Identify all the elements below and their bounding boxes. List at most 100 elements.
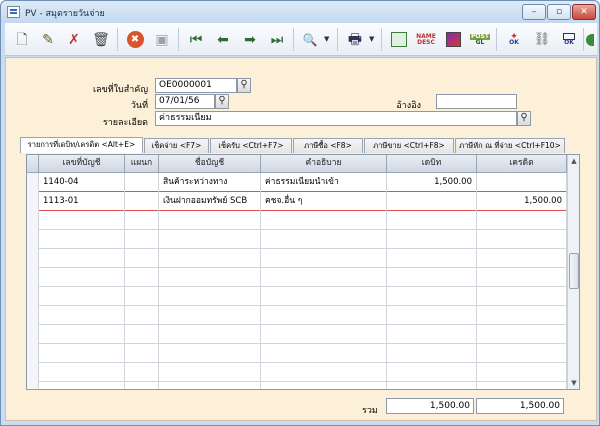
empty-cell[interactable]	[159, 230, 261, 249]
empty-table-row[interactable]	[27, 344, 567, 363]
stop-icon[interactable]: ✖	[124, 29, 146, 50]
detail-field[interactable]: ค่าธรรมเนียม	[155, 111, 517, 126]
empty-cell[interactable]	[387, 249, 477, 268]
approve-ok-icon[interactable]: ✦ OK	[503, 29, 525, 50]
cell-account-name[interactable]: สินค้าระหว่างทาง	[159, 173, 261, 192]
row-selector[interactable]	[27, 363, 39, 382]
maximize-button[interactable]: ▫	[547, 4, 571, 20]
column-header-account-no[interactable]: เลขที่บัญชี	[39, 155, 125, 173]
empty-cell[interactable]	[261, 382, 387, 389]
empty-cell[interactable]	[125, 382, 159, 389]
empty-table-row[interactable]	[27, 325, 567, 344]
tab-withholding-tax[interactable]: ภาษีหัก ณ ที่จ่าย <Ctrl+F10>	[455, 138, 565, 153]
close-button[interactable]: ✕	[572, 4, 596, 20]
empty-cell[interactable]	[261, 344, 387, 363]
empty-cell[interactable]	[159, 211, 261, 230]
minimize-button[interactable]: –	[522, 4, 546, 20]
scroll-up-icon[interactable]: ▲	[568, 155, 579, 167]
empty-cell[interactable]	[39, 344, 125, 363]
cell-department[interactable]	[125, 192, 159, 211]
save-disk-icon[interactable]: ▣	[151, 29, 173, 50]
new-document-icon[interactable]: 🗋	[11, 29, 33, 50]
empty-cell[interactable]	[39, 325, 125, 344]
row-selector[interactable]	[27, 382, 39, 389]
empty-cell[interactable]	[39, 230, 125, 249]
empty-cell[interactable]	[159, 382, 261, 389]
empty-cell[interactable]	[159, 249, 261, 268]
empty-cell[interactable]	[261, 363, 387, 382]
empty-cell[interactable]	[477, 268, 567, 287]
empty-cell[interactable]	[39, 211, 125, 230]
cell-account-name[interactable]: เงินฝากออมทรัพย์ SCB	[159, 192, 261, 211]
column-header-account-name[interactable]: ชื่อบัญชี	[159, 155, 261, 173]
empty-cell[interactable]	[387, 344, 477, 363]
empty-table-row[interactable]	[27, 306, 567, 325]
row-selector[interactable]	[27, 173, 39, 192]
tab-sales-tax[interactable]: ภาษีขาย <Ctrl+F8>	[364, 138, 454, 153]
column-header-department[interactable]: แผนก	[125, 155, 159, 173]
empty-cell[interactable]	[39, 268, 125, 287]
column-header-credit[interactable]: เครดิต	[477, 155, 567, 173]
journal-grid[interactable]: เลขที่บัญชี แผนก ชื่อบัญชี คำอธิบาย เดบิ…	[26, 154, 580, 390]
cell-debit[interactable]	[387, 192, 477, 211]
empty-table-row[interactable]	[27, 230, 567, 249]
column-header-debit[interactable]: เดบิท	[387, 155, 477, 173]
detail-lookup-search-icon[interactable]: ⚲	[517, 111, 531, 126]
tab-checks-received[interactable]: เช็ครับ <Ctrl+F7>	[210, 138, 292, 153]
row-selector[interactable]	[27, 325, 39, 344]
cell-debit[interactable]: 1,500.00	[387, 173, 477, 192]
empty-cell[interactable]	[159, 268, 261, 287]
attachment-icon[interactable]	[442, 29, 464, 50]
empty-cell[interactable]	[125, 344, 159, 363]
empty-cell[interactable]	[39, 287, 125, 306]
empty-cell[interactable]	[39, 363, 125, 382]
empty-cell[interactable]	[387, 325, 477, 344]
empty-cell[interactable]	[125, 211, 159, 230]
exit-icon[interactable]	[585, 29, 595, 50]
post-gl-icon[interactable]: POST GL	[469, 29, 491, 50]
empty-cell[interactable]	[261, 325, 387, 344]
empty-cell[interactable]	[387, 363, 477, 382]
empty-cell[interactable]	[39, 249, 125, 268]
empty-table-row[interactable]	[27, 363, 567, 382]
empty-cell[interactable]	[261, 268, 387, 287]
row-selector[interactable]	[27, 344, 39, 363]
cell-credit[interactable]: 1,500.00	[477, 192, 567, 211]
empty-cell[interactable]	[387, 306, 477, 325]
first-record-icon[interactable]: ⏮	[185, 29, 207, 50]
empty-cell[interactable]	[387, 230, 477, 249]
chevron-down-icon[interactable]: ▼	[369, 35, 374, 43]
tab-purchase-tax[interactable]: ภาษีซื้อ <F8>	[293, 138, 363, 153]
empty-table-row[interactable]	[27, 287, 567, 306]
empty-cell[interactable]	[387, 268, 477, 287]
row-selector[interactable]	[27, 211, 39, 230]
row-selector[interactable]	[27, 192, 39, 211]
empty-cell[interactable]	[477, 325, 567, 344]
empty-cell[interactable]	[39, 306, 125, 325]
doc-no-lookup-search-icon[interactable]: ⚲	[237, 78, 251, 93]
empty-cell[interactable]	[387, 211, 477, 230]
empty-cell[interactable]	[387, 287, 477, 306]
sort-name-desc-icon[interactable]: NAME DESC	[415, 29, 437, 50]
empty-cell[interactable]	[159, 363, 261, 382]
empty-cell[interactable]	[39, 382, 125, 389]
find-icon[interactable]: 🔍	[299, 29, 321, 50]
edit-document-icon[interactable]: ✎	[37, 29, 59, 50]
delete-trash-icon[interactable]: 🗑	[90, 29, 112, 50]
empty-cell[interactable]	[477, 363, 567, 382]
empty-cell[interactable]	[261, 249, 387, 268]
empty-table-row[interactable]	[27, 382, 567, 389]
reference-field[interactable]	[436, 94, 517, 109]
previous-record-icon[interactable]: ⬅	[212, 29, 234, 50]
empty-cell[interactable]	[125, 268, 159, 287]
vertical-scrollbar[interactable]: ▲ ▼	[567, 155, 579, 389]
row-selector[interactable]	[27, 287, 39, 306]
empty-cell[interactable]	[125, 287, 159, 306]
empty-cell[interactable]	[261, 287, 387, 306]
cell-description[interactable]: ค่าธรรมเนียมนำเข้า	[261, 173, 387, 192]
chevron-down-icon[interactable]: ▼	[324, 35, 329, 43]
empty-cell[interactable]	[477, 211, 567, 230]
empty-cell[interactable]	[477, 306, 567, 325]
empty-cell[interactable]	[477, 230, 567, 249]
tab-checks-paid[interactable]: เช็คจ่าย <F7>	[144, 138, 209, 153]
